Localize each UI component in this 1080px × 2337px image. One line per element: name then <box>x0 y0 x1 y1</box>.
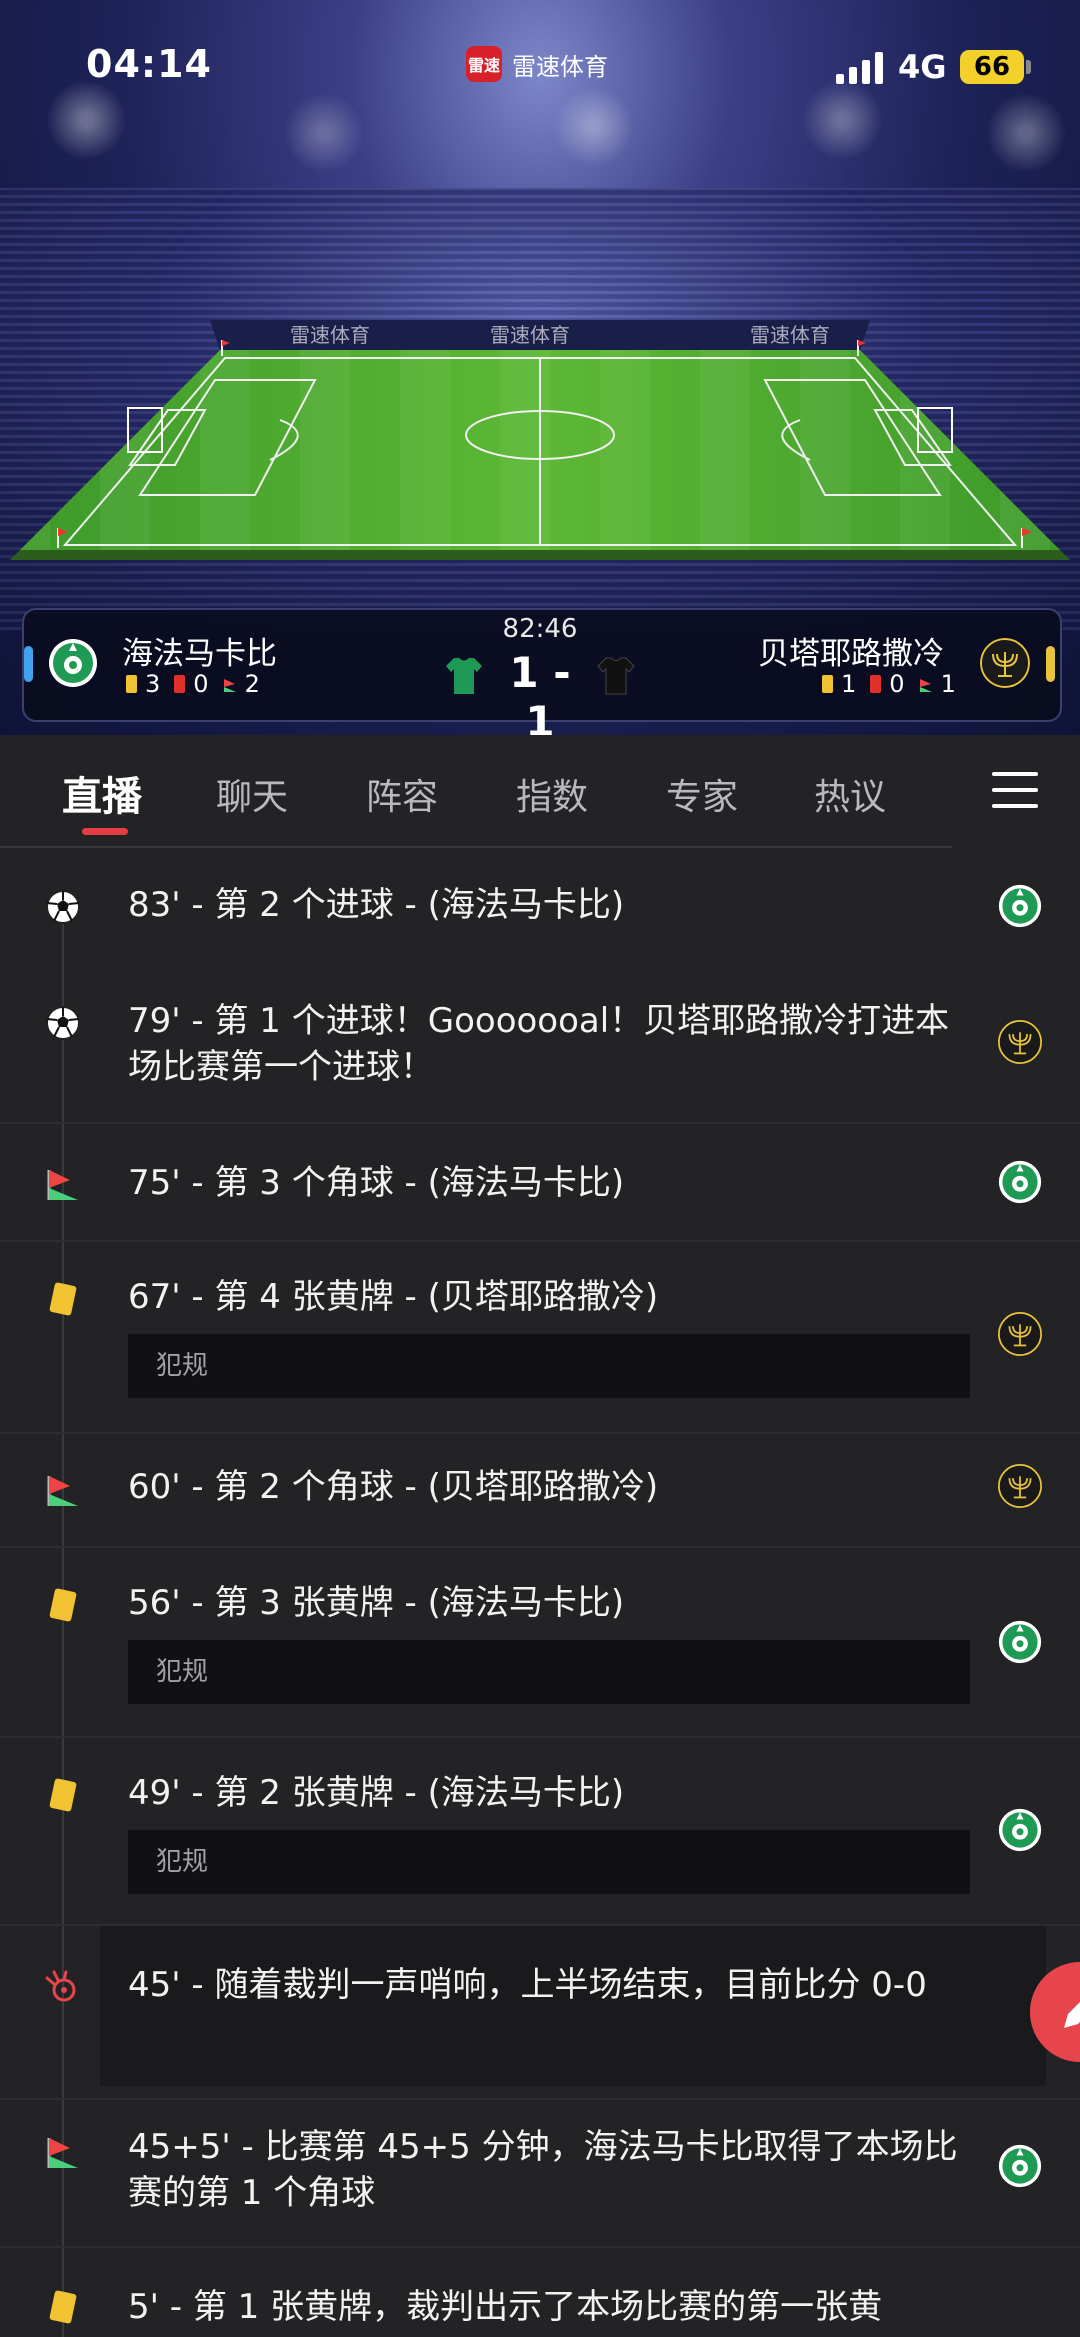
home-team-crest-icon <box>998 2144 1042 2188</box>
event-text: 75' - 第 3 个角球 - (海法马卡比) <box>128 1163 625 1203</box>
tab-odds[interactable]: 指数 <box>516 768 588 820</box>
away-team-crest-icon <box>998 1312 1042 1356</box>
away-side-indicator <box>1046 646 1055 682</box>
tab-divider <box>0 846 952 848</box>
corner-flag-icon <box>47 1170 78 1200</box>
away-team-crest-icon <box>998 1020 1042 1064</box>
yellow-card-icon <box>49 2290 77 2324</box>
home-red-count: 0 <box>193 670 209 698</box>
tab-chat[interactable]: 聊天 <box>216 768 288 820</box>
app-name: 雷速体育 <box>512 52 608 81</box>
match-score: 1 - 1 <box>509 648 571 746</box>
event-text: 79' - 第 1 个进球！Gooooooal！贝塔耶路撒冷打进本场比赛第一个进… <box>128 1001 950 1087</box>
network-type: 4G <box>898 48 947 86</box>
red-card-icon <box>174 675 186 693</box>
football-pitch: 雷速体育 雷速体育 雷速体育 <box>10 320 1070 560</box>
away-team-name[interactable]: 贝塔耶路撒冷 <box>758 628 944 673</box>
event-text: 60' - 第 2 个角球 - (贝塔耶路撒冷) <box>128 1467 659 1507</box>
event-text: 67' - 第 4 张黄牌 - (贝塔耶路撒冷) <box>128 1277 659 1317</box>
home-team-name[interactable]: 海法马卡比 <box>122 628 277 673</box>
app-logo-icon: 雷速 <box>466 46 502 82</box>
home-jersey-icon <box>446 658 482 694</box>
event-text: 45+5' - 比赛第 45+5 分钟，海法马卡比取得了本场比赛的第 1 个角球 <box>128 2127 958 2213</box>
home-corner-count: 2 <box>244 670 260 698</box>
status-app-indicator: 雷速 雷速体育 <box>466 46 608 82</box>
yellow-card-icon <box>49 1778 77 1812</box>
event-detail: 犯规 <box>128 1334 970 1398</box>
yellow-card-icon <box>126 675 137 693</box>
event-text: 49' - 第 2 张黄牌 - (海法马卡比) <box>128 1773 625 1813</box>
away-corner-count: 1 <box>940 670 956 698</box>
ad-board-text: 雷速体育 <box>490 324 570 347</box>
home-team-crest-icon <box>998 1620 1042 1664</box>
event-divider <box>0 2246 1080 2248</box>
corner-flag-icon <box>919 679 932 692</box>
home-team-stats: 3 0 2 <box>126 670 260 698</box>
tab-discussion[interactable]: 热议 <box>814 768 886 820</box>
red-card-icon <box>870 675 882 693</box>
whistle-icon <box>45 1970 76 2002</box>
away-team-crest-icon <box>998 1464 1042 1508</box>
tab-live[interactable]: 直播 <box>62 764 142 822</box>
yellow-card-icon <box>49 1588 77 1622</box>
away-jersey-icon <box>597 657 635 695</box>
timeline-line <box>62 920 64 2337</box>
corner-flag-icon <box>223 679 236 692</box>
yellow-card-icon <box>822 675 833 693</box>
away-red-count: 0 <box>889 670 905 698</box>
active-tab-indicator <box>82 828 128 835</box>
event-text: 56' - 第 3 张黄牌 - (海法马卡比) <box>128 1583 625 1623</box>
home-team-crest-icon <box>998 1808 1042 1852</box>
tab-lineup[interactable]: 阵容 <box>366 768 438 820</box>
cellular-signal-icon <box>836 52 883 84</box>
battery-icon: 66 <box>960 50 1024 84</box>
event-divider <box>0 1122 1080 1124</box>
status-bar: 04:14 雷速 雷速体育 4G 66 <box>0 0 1080 130</box>
home-team-crest-icon[interactable] <box>48 638 98 688</box>
soccer-ball-icon <box>46 1006 80 1040</box>
event-divider <box>0 1432 1080 1434</box>
soccer-ball-icon <box>46 890 80 924</box>
away-yellow-count: 1 <box>841 670 857 698</box>
home-yellow-count: 3 <box>145 670 161 698</box>
event-divider <box>0 1736 1080 1738</box>
event-text: 45' - 随着裁判一声哨响，上半场结束，目前比分 0-0 <box>128 1965 927 2005</box>
event-divider <box>0 1546 1080 1548</box>
event-detail: 犯规 <box>128 1640 970 1704</box>
corner-flag-icon <box>47 2138 78 2168</box>
away-team-stats: 1 0 1 <box>822 670 956 698</box>
menu-icon[interactable] <box>992 770 1038 810</box>
home-team-crest-icon <box>998 884 1042 928</box>
home-side-indicator <box>24 646 33 682</box>
ad-board-text: 雷速体育 <box>290 324 370 347</box>
corner-flag-icon <box>47 1476 78 1506</box>
battery-tip <box>1026 60 1031 74</box>
yellow-card-icon <box>49 1282 77 1316</box>
away-team-crest-icon[interactable] <box>980 638 1030 688</box>
tab-experts[interactable]: 专家 <box>666 768 738 820</box>
event-text: 83' - 第 2 个进球 - (海法马卡比) <box>128 885 625 925</box>
match-clock: 82:46 <box>502 614 578 644</box>
event-detail: 犯规 <box>128 1830 970 1894</box>
home-team-crest-icon <box>998 1160 1042 1204</box>
event-text: 5' - 第 1 张黄牌，裁判出示了本场比赛的第一张黄 <box>128 2287 883 2327</box>
event-divider <box>0 1924 1080 1926</box>
status-time: 04:14 <box>86 42 212 86</box>
ad-board-text: 雷速体育 <box>750 324 830 347</box>
event-divider <box>0 1240 1080 1242</box>
event-divider <box>0 2098 1080 2100</box>
